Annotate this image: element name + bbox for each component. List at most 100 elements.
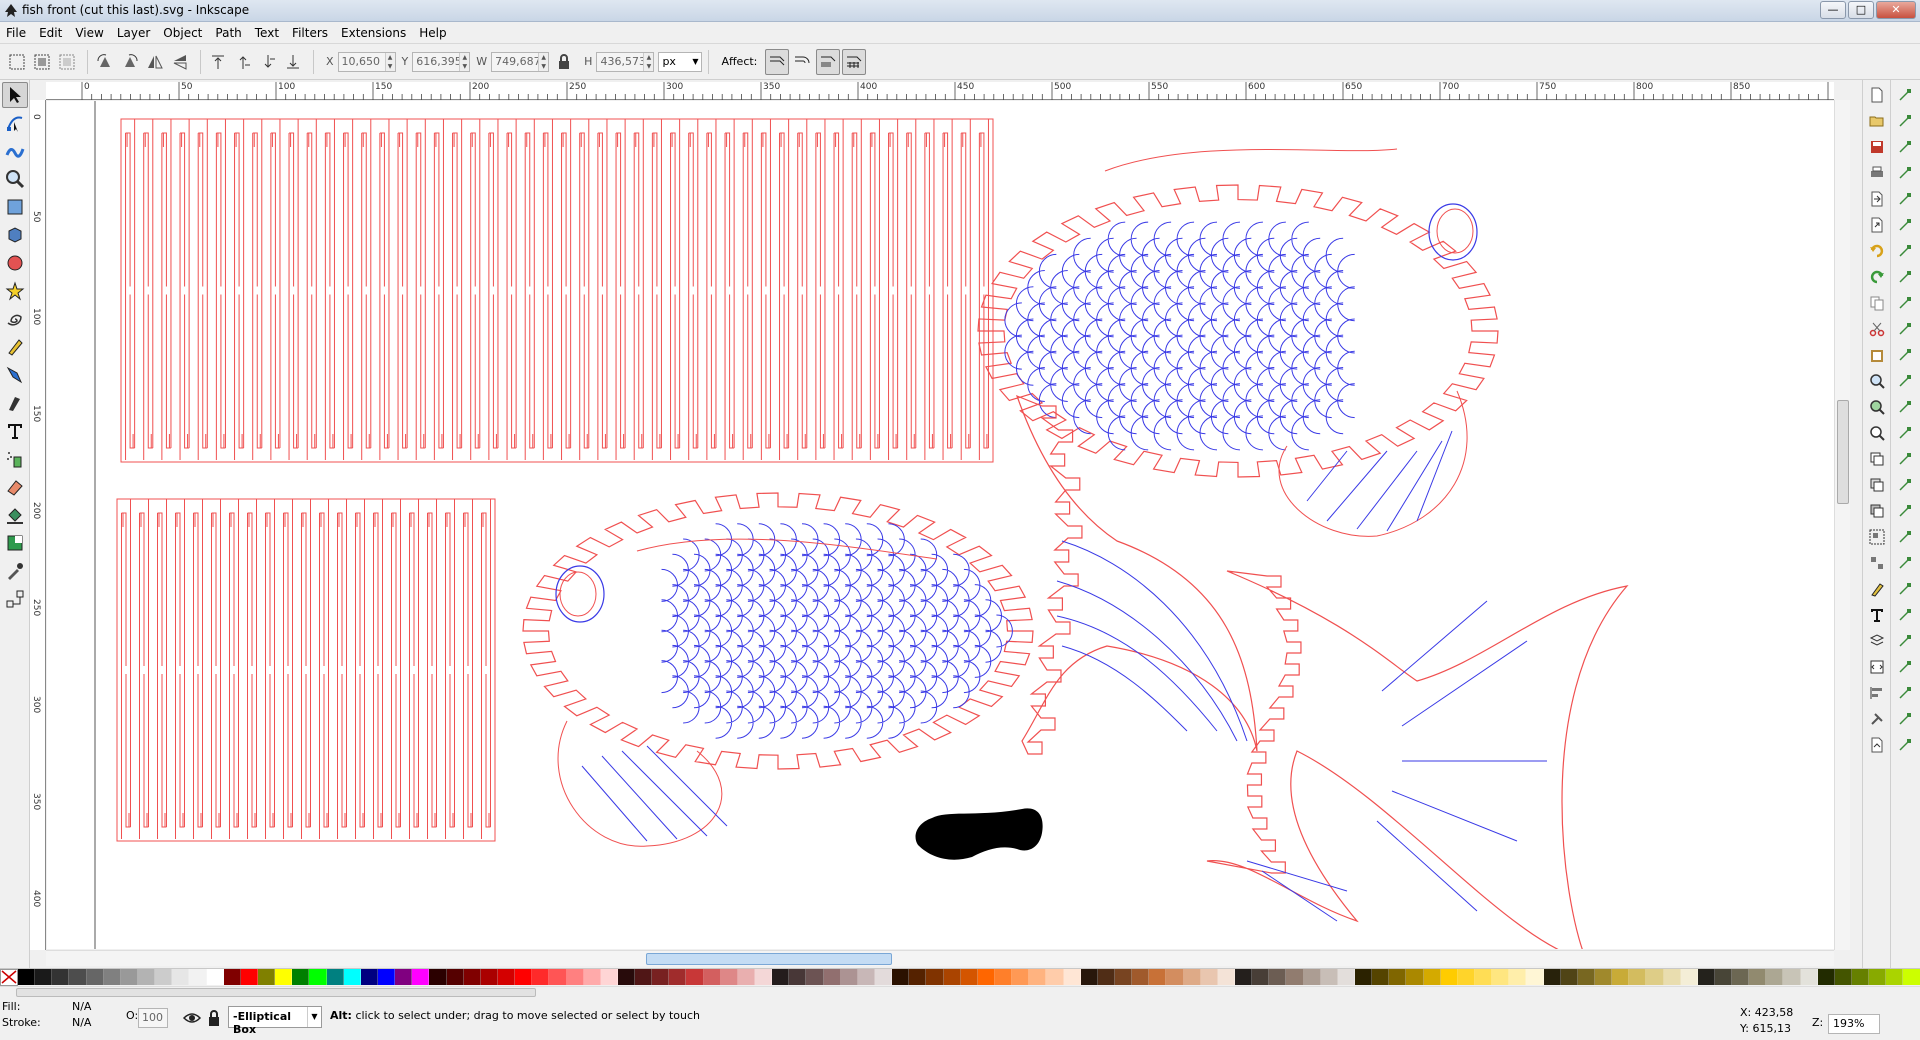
color-swatch[interactable] — [875, 969, 893, 985]
snap-toggle[interactable] — [1894, 266, 1916, 288]
color-swatch[interactable] — [1697, 969, 1715, 985]
color-swatch[interactable] — [292, 969, 310, 985]
snap-toggle[interactable] — [1894, 708, 1916, 730]
color-swatch[interactable] — [1354, 969, 1373, 985]
menu-extensions[interactable]: Extensions — [341, 26, 406, 40]
spiral-tool[interactable] — [2, 306, 28, 332]
color-swatch[interactable] — [909, 969, 927, 985]
menu-edit[interactable]: Edit — [39, 26, 62, 40]
color-swatch[interactable] — [326, 969, 344, 985]
pencil-tool[interactable] — [2, 334, 28, 360]
vertical-scroll-thumb[interactable] — [1837, 400, 1849, 504]
rotate-cw-button[interactable] — [119, 51, 141, 73]
color-swatch[interactable] — [1629, 969, 1647, 985]
snap-toggle[interactable] — [1894, 656, 1916, 678]
color-swatch[interactable] — [223, 969, 241, 985]
color-swatch[interactable] — [1612, 969, 1630, 985]
color-swatch[interactable] — [1817, 969, 1835, 985]
undo-button[interactable] — [1866, 240, 1888, 262]
color-swatch[interactable] — [1012, 969, 1030, 985]
gradient-tool[interactable] — [2, 530, 28, 556]
menu-text[interactable]: Text — [255, 26, 279, 40]
color-swatch[interactable] — [1337, 969, 1355, 985]
zoom-tool[interactable] — [2, 166, 28, 192]
color-swatch[interactable] — [1543, 969, 1561, 985]
preferences-button[interactable] — [1866, 708, 1888, 730]
color-swatch[interactable] — [155, 969, 173, 985]
color-swatch[interactable] — [1029, 969, 1047, 985]
color-swatch[interactable] — [1406, 969, 1424, 985]
y-field[interactable]: ▲▼ — [412, 51, 471, 72]
color-swatch[interactable] — [1080, 969, 1098, 985]
color-swatch[interactable] — [69, 969, 87, 985]
maximize-button[interactable]: □ — [1848, 1, 1874, 19]
h-field[interactable]: ▲▼ — [596, 51, 655, 72]
color-swatch[interactable] — [1474, 969, 1493, 985]
color-swatch[interactable] — [1869, 969, 1887, 985]
color-swatch[interactable] — [497, 969, 516, 985]
x-field[interactable]: ▲▼ — [337, 51, 396, 72]
snap-toggle[interactable] — [1894, 604, 1916, 626]
opacity-field[interactable]: 100 — [138, 1008, 168, 1028]
raise-to-top-button[interactable] — [207, 51, 229, 73]
color-swatch[interactable] — [189, 969, 207, 985]
text-tool[interactable] — [2, 418, 28, 444]
color-swatch[interactable] — [412, 969, 430, 985]
snap-toggle[interactable] — [1894, 370, 1916, 392]
import-button[interactable] — [1866, 188, 1888, 210]
print-button[interactable] — [1866, 162, 1888, 184]
color-swatch[interactable] — [1886, 969, 1904, 985]
node-tool[interactable] — [2, 110, 28, 136]
x-spin-arrows[interactable]: ▲ ▼ — [384, 52, 395, 71]
h-spin-arrows[interactable]: ▲ ▼ — [643, 52, 654, 71]
snap-toggle[interactable] — [1894, 448, 1916, 470]
dropper-tool[interactable] — [2, 558, 28, 584]
color-swatch[interactable] — [1132, 969, 1150, 985]
new-document-button[interactable] — [1866, 84, 1888, 106]
transform-patterns-toggle[interactable] — [842, 48, 867, 75]
zoom-field[interactable]: 193% — [1828, 1014, 1880, 1034]
color-swatch[interactable] — [943, 969, 961, 985]
color-swatch[interactable] — [789, 969, 807, 985]
lower-to-bottom-button[interactable] — [282, 51, 304, 73]
snap-toggle[interactable] — [1894, 84, 1916, 106]
color-swatch[interactable] — [926, 969, 944, 985]
palette-scrollbar[interactable] — [0, 986, 1920, 998]
menu-view[interactable]: View — [75, 26, 103, 40]
color-swatch[interactable] — [1594, 969, 1613, 985]
stroke-indicator[interactable]: N/A — [72, 1016, 91, 1029]
calligraphy-tool[interactable] — [2, 390, 28, 416]
snap-toggle[interactable] — [1894, 188, 1916, 210]
color-swatch[interactable] — [772, 969, 790, 985]
document-properties-button[interactable] — [1866, 734, 1888, 756]
color-swatch[interactable] — [1046, 969, 1064, 985]
color-swatch[interactable] — [1252, 969, 1270, 985]
connector-tool[interactable] — [2, 586, 28, 612]
redo-button[interactable] — [1866, 266, 1888, 288]
ungroup-button[interactable] — [1866, 552, 1888, 574]
black-mouth-shape[interactable] — [915, 808, 1043, 860]
save-button[interactable] — [1866, 136, 1888, 158]
cut-button[interactable] — [1866, 318, 1888, 340]
color-swatch[interactable] — [1183, 969, 1201, 985]
color-swatch[interactable] — [206, 969, 224, 985]
3d-box-tool[interactable] — [2, 222, 28, 248]
current-layer-select[interactable]: -Elliptical Box ▼ — [228, 1006, 322, 1036]
color-swatch[interactable] — [1680, 969, 1698, 985]
flip-horizontal-button[interactable] — [144, 51, 166, 73]
color-swatch[interactable] — [1766, 969, 1784, 985]
color-swatch[interactable] — [1200, 969, 1218, 985]
minimize-button[interactable]: — — [1820, 1, 1846, 19]
color-swatch[interactable] — [1509, 969, 1527, 985]
color-swatch[interactable] — [1286, 969, 1304, 985]
clone-button[interactable] — [1866, 474, 1888, 496]
color-swatch[interactable] — [257, 969, 276, 985]
color-swatch[interactable] — [635, 969, 653, 985]
spray-tool[interactable] — [2, 446, 28, 472]
color-swatch[interactable] — [977, 969, 996, 985]
open-button[interactable] — [1866, 110, 1888, 132]
color-swatch[interactable] — [1903, 969, 1920, 985]
color-swatch[interactable] — [1217, 969, 1235, 985]
color-swatch[interactable] — [137, 969, 156, 985]
color-swatch[interactable] — [1852, 969, 1870, 985]
